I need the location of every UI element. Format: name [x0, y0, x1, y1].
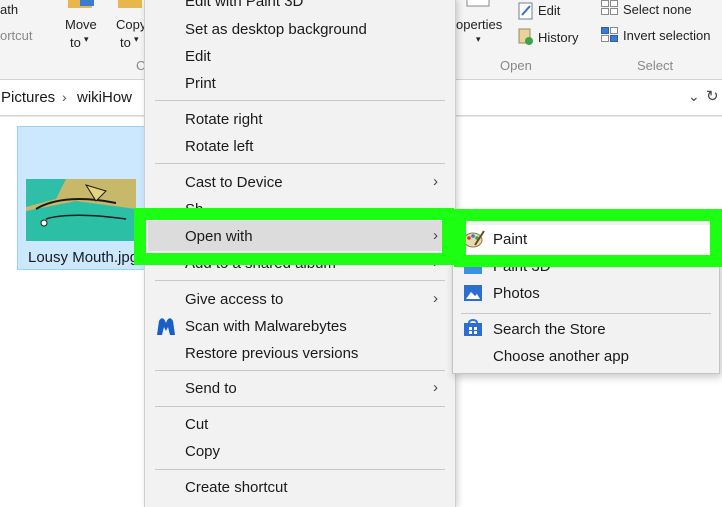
- chevron-right-icon: ›: [433, 290, 438, 307]
- edit-icon[interactable]: [518, 2, 534, 25]
- chevron-down-icon[interactable]: ▾: [84, 34, 89, 45]
- chevron-right-icon: ›: [433, 379, 438, 396]
- invert-selection-button[interactable]: Invert selection: [623, 28, 710, 43]
- select-none-button[interactable]: Select none: [623, 2, 692, 17]
- move-to-icon[interactable]: [66, 0, 98, 15]
- menu-item-give-access-to[interactable]: Give access to: [185, 291, 283, 308]
- menu-item-create-shortcut[interactable]: Create shortcut: [185, 479, 288, 496]
- menu-item-print[interactable]: Print: [185, 75, 216, 92]
- history-button[interactable]: History: [538, 30, 578, 45]
- malwarebytes-icon: [155, 317, 177, 342]
- menu-divider: [155, 370, 445, 371]
- chevron-down-icon[interactable]: ▾: [476, 34, 481, 45]
- watermark-brand: Bai: [556, 438, 616, 479]
- edit-button[interactable]: Edit: [538, 3, 560, 18]
- move-to-button[interactable]: Move: [65, 17, 97, 32]
- watermark-suffix: 经验: [660, 451, 705, 476]
- history-icon[interactable]: [518, 28, 534, 51]
- refresh-icon[interactable]: ↻: [706, 87, 719, 105]
- watermark-url: jingyan.baidu.com: [578, 481, 667, 493]
- move-to-sub[interactable]: to: [70, 35, 81, 50]
- menu-item-copy[interactable]: Copy: [185, 443, 220, 460]
- file-name-label[interactable]: Lousy Mouth.jpg: [28, 249, 138, 266]
- image-thumbnail[interactable]: [26, 179, 136, 246]
- copy-to-sub[interactable]: to: [120, 35, 131, 50]
- submenu-item-search-store[interactable]: Search the Store: [493, 321, 606, 338]
- breadcrumb-separator-icon[interactable]: ›: [62, 89, 67, 105]
- invert-selection-icon[interactable]: [601, 27, 619, 48]
- menu-item-cast-to-device[interactable]: Cast to Device: [185, 174, 283, 191]
- copy-path-label[interactable]: ath: [0, 2, 18, 17]
- properties-icon[interactable]: [466, 0, 492, 13]
- baidu-watermark: Bai 经验 jingyan.baidu.com: [556, 430, 716, 506]
- menu-item-set-desktop-background[interactable]: Set as desktop background: [185, 21, 367, 38]
- menu-divider: [155, 280, 445, 281]
- menu-item-edit[interactable]: Edit: [185, 48, 211, 65]
- menu-item-restore-previous-versions[interactable]: Restore previous versions: [185, 345, 358, 362]
- open-group-label: Open: [500, 58, 532, 73]
- submenu-item-photos[interactable]: Photos: [493, 285, 540, 302]
- menu-divider: [155, 163, 445, 164]
- store-icon: [463, 319, 483, 342]
- chevron-down-icon[interactable]: ⌄: [688, 88, 700, 105]
- select-group-label: Select: [637, 58, 674, 73]
- menu-divider: [155, 406, 445, 407]
- file-item-lousy-mouth[interactable]: Lousy Mouth.jpg: [17, 126, 145, 270]
- submenu-divider: [461, 313, 711, 314]
- menu-divider: [155, 100, 445, 101]
- photos-icon: [463, 284, 483, 307]
- menu-item-send-to[interactable]: Send to: [185, 380, 237, 397]
- menu-item-rotate-left[interactable]: Rotate left: [185, 138, 253, 155]
- highlight-open-with: [134, 208, 454, 265]
- menu-item-edit-with-paint3d[interactable]: Edit with Paint 3D: [185, 0, 303, 10]
- menu-divider: [155, 469, 445, 470]
- paw-icon: [632, 435, 662, 471]
- paste-shortcut-label[interactable]: ortcut: [0, 28, 33, 43]
- select-none-icon[interactable]: [601, 0, 619, 21]
- submenu-item-choose-another-app[interactable]: Choose another app: [493, 348, 629, 365]
- copy-to-icon[interactable]: [118, 0, 144, 15]
- breadcrumb-wikihow[interactable]: wikiHow: [77, 89, 132, 106]
- copy-to-button[interactable]: Copy: [116, 17, 146, 32]
- properties-button[interactable]: operties: [456, 17, 502, 32]
- chevron-down-icon[interactable]: ▾: [134, 34, 139, 45]
- chevron-right-icon: ›: [433, 173, 438, 190]
- breadcrumb-pictures[interactable]: Pictures: [1, 89, 55, 106]
- menu-item-rotate-right[interactable]: Rotate right: [185, 111, 263, 128]
- menu-item-scan-malwarebytes[interactable]: Scan with Malwarebytes: [185, 318, 347, 335]
- highlight-paint: [454, 209, 722, 267]
- menu-item-cut[interactable]: Cut: [185, 416, 208, 433]
